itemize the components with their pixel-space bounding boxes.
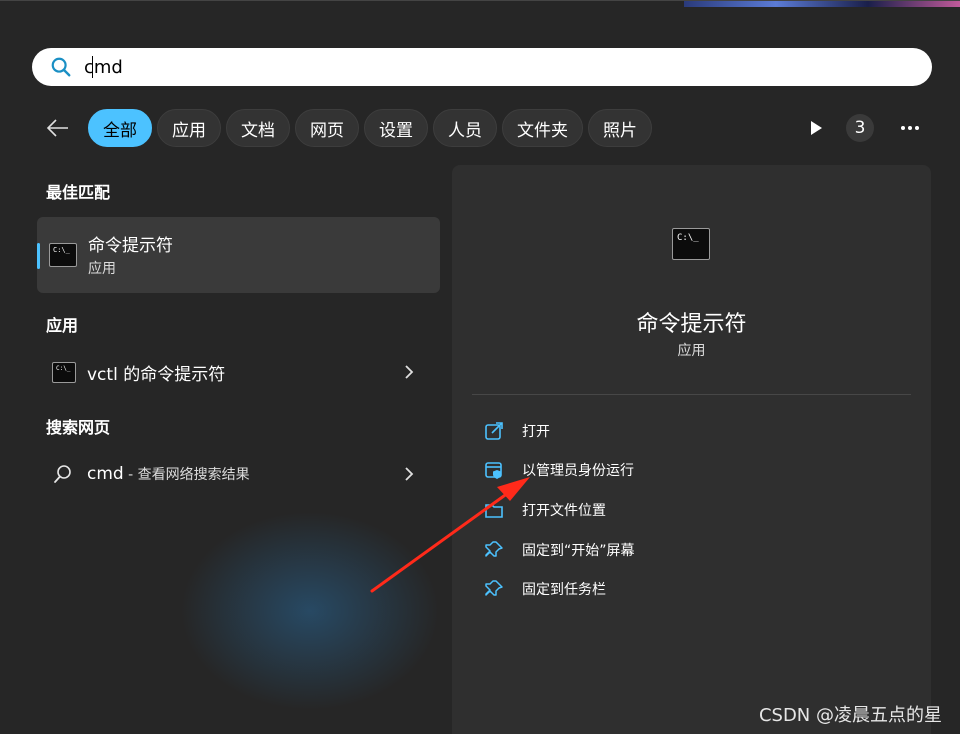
admin-shield-icon: [485, 462, 502, 479]
action-run-as-admin[interactable]: 以管理员身份运行: [484, 454, 634, 486]
start-search-window: 全部 应用 文档 网页 设置 人员 文件夹 照片 3 最佳匹配 C:\_ 命令提…: [0, 0, 960, 734]
filter-chip-web[interactable]: 网页: [295, 109, 359, 147]
best-match-result[interactable]: C:\_ 命令提示符 应用: [37, 217, 440, 293]
action-label: 打开: [522, 424, 550, 440]
action-pin-to-taskbar[interactable]: 固定到任务栏: [484, 573, 606, 605]
filter-chip-people[interactable]: 人员: [433, 109, 497, 147]
app-result-label: vctl 的命令提示符: [87, 364, 226, 385]
background-glow: [180, 511, 440, 711]
command-prompt-icon: C:\_: [49, 243, 77, 267]
search-icon: [51, 57, 71, 77]
action-pin-to-start[interactable]: 固定到“开始”屏幕: [484, 534, 635, 566]
chevron-right-icon[interactable]: [404, 364, 414, 380]
details-divider: [472, 394, 911, 395]
web-search-label: cmd - 查看网络搜索结果: [87, 464, 250, 484]
filter-bar: 全部 应用 文档 网页 设置 人员 文件夹 照片 3: [38, 108, 930, 148]
chevron-right-icon[interactable]: [404, 466, 414, 482]
watermark: CSDN @凌晨五点的星: [758, 705, 942, 726]
back-button[interactable]: [38, 108, 78, 148]
open-external-icon: [485, 422, 503, 440]
filter-chip-documents[interactable]: 文档: [226, 109, 290, 147]
details-title: 命令提示符: [636, 312, 747, 337]
play-icon: [811, 121, 822, 135]
search-input[interactable]: [84, 56, 864, 78]
action-label: 打开文件位置: [522, 503, 606, 519]
section-title-web: 搜索网页: [46, 418, 111, 437]
more-options-button[interactable]: [890, 108, 930, 148]
more-filters-button[interactable]: [796, 108, 836, 148]
folder-icon: [485, 504, 503, 518]
arrow-left-icon: [46, 119, 68, 137]
filter-chip-settings[interactable]: 设置: [364, 109, 428, 147]
action-label: 固定到“开始”屏幕: [522, 543, 635, 559]
filter-chip-photos[interactable]: 照片: [588, 109, 652, 147]
text-caret: [92, 56, 93, 78]
background-wallpaper-strip: [684, 1, 960, 7]
action-open[interactable]: 打开: [484, 415, 550, 447]
pin-icon: [485, 541, 503, 557]
web-search-result[interactable]: cmd - 查看网络搜索结果: [37, 454, 440, 494]
search-icon: [54, 465, 71, 483]
filter-chip-all[interactable]: 全部: [88, 109, 152, 147]
command-prompt-large-icon: C:\_: [672, 228, 710, 260]
app-result-vctl[interactable]: C:\_ vctl 的命令提示符: [37, 352, 440, 392]
command-prompt-icon: C:\_: [52, 362, 76, 383]
pin-icon: [485, 580, 503, 596]
action-label: 固定到任务栏: [522, 582, 606, 598]
section-title-best-match: 最佳匹配: [46, 183, 111, 202]
details-subtitle: 应用: [677, 343, 706, 359]
action-open-file-location[interactable]: 打开文件位置: [484, 494, 606, 526]
filter-chip-folders[interactable]: 文件夹: [502, 109, 583, 147]
filter-chip-apps[interactable]: 应用: [157, 109, 221, 147]
section-title-apps: 应用: [46, 316, 79, 335]
ellipsis-icon: [901, 126, 919, 130]
search-box[interactable]: [32, 48, 932, 86]
best-match-title: 命令提示符: [88, 236, 173, 256]
action-label: 以管理员身份运行: [522, 463, 634, 479]
best-match-subtitle: 应用: [88, 261, 116, 277]
result-count-badge[interactable]: 3: [846, 114, 874, 142]
selection-indicator: [37, 243, 40, 269]
details-panel: C:\_ 命令提示符 应用 打开 以管理员身份运行 打开文件位置 固定到“开始”…: [452, 165, 931, 734]
